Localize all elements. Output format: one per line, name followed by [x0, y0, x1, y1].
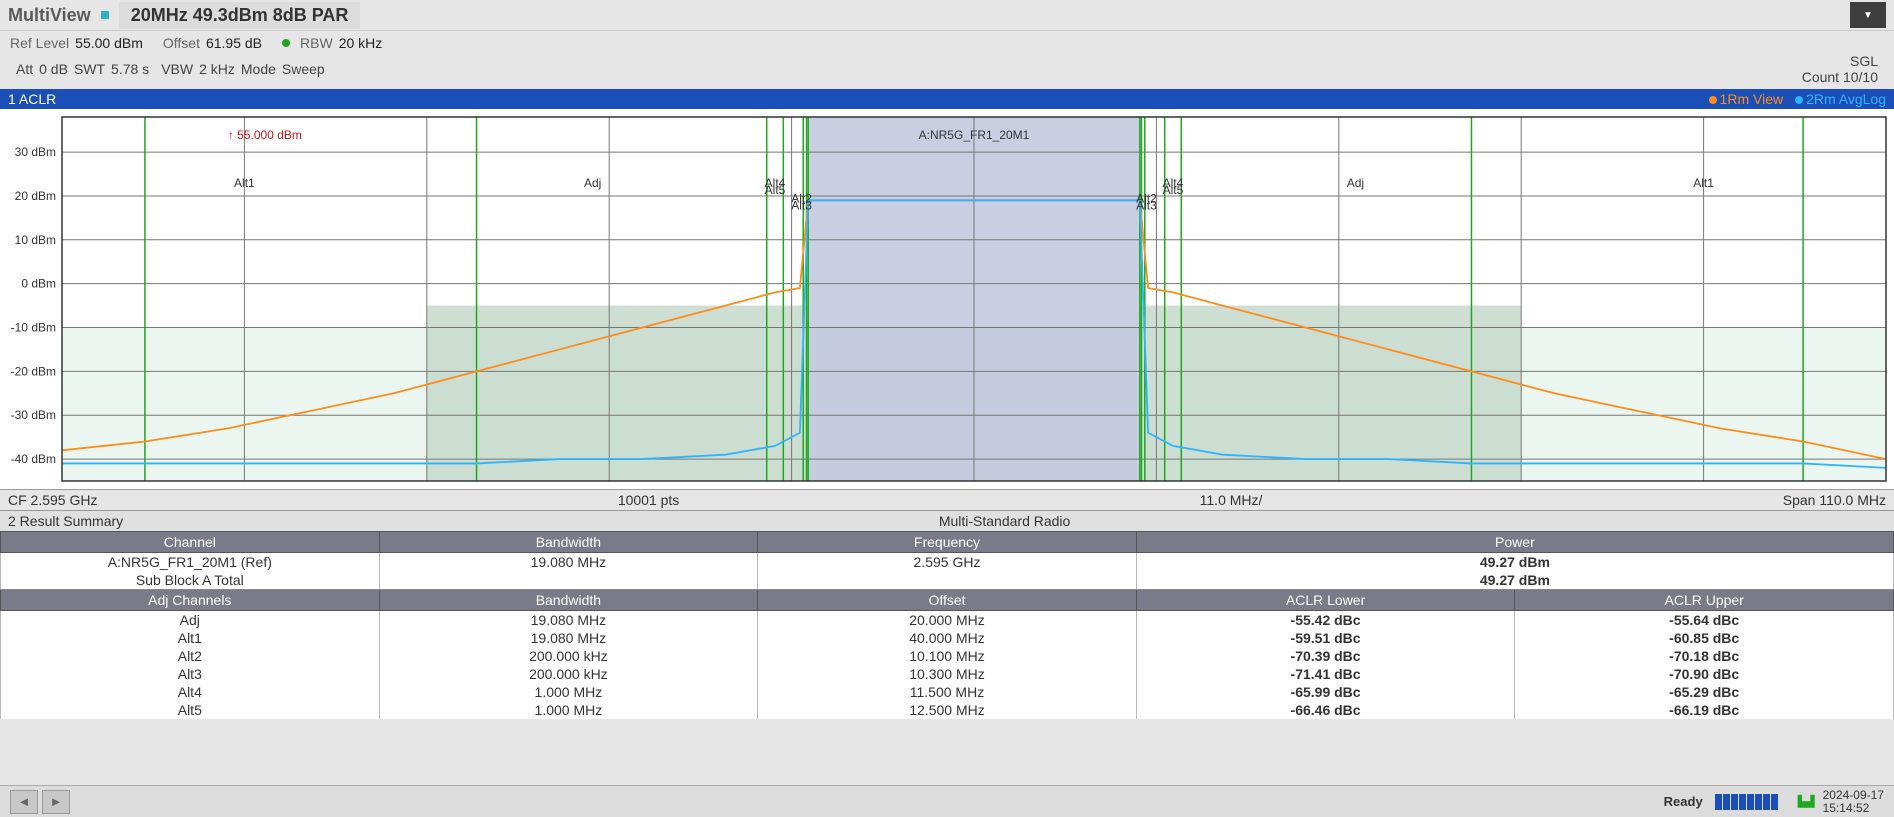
measurement-tab[interactable]: 20MHz 49.3dBm 8dB PAR: [119, 2, 361, 29]
table-row: Adj19.080 MHz20.000 MHz-55.42 dBc-55.64 …: [1, 611, 1894, 630]
vbw-value[interactable]: 2 kHz: [199, 61, 235, 77]
center-freq[interactable]: CF 2.595 GHz: [8, 492, 97, 508]
offset-value[interactable]: 61.95 dB: [206, 35, 262, 51]
result-summary-header: 2 Result Summary Multi-Standard Radio: [0, 510, 1894, 531]
spectrum-chart[interactable]: 30 dBm 20 dBm 10 dBm 0 dBm -10 dBm -20 dBm -30…: [0, 109, 1894, 489]
datetime: 2024-09-1715:14:52: [1823, 789, 1884, 815]
svg-text:30 dBm: 30 dBm: [15, 145, 56, 159]
svg-text:-20 dBm: -20 dBm: [11, 364, 56, 378]
prev-button[interactable]: ◄: [10, 790, 38, 814]
table-row: Alt2200.000 kHz10.100 MHz-70.39 dBc-70.1…: [1, 647, 1894, 665]
status-bar: ◄ ► Ready ▙▟ 2024-09-1715:14:52: [0, 785, 1894, 817]
table-header-row: Adj Channels Bandwidth Offset ACLR Lower…: [1, 590, 1894, 611]
swt-label: SWT: [74, 61, 105, 77]
network-icon: ▙▟: [1798, 795, 1815, 808]
multiview-indicator-icon: [101, 11, 109, 19]
table-row: Alt41.000 MHz11.500 MHz-65.99 dBc-65.29 …: [1, 683, 1894, 701]
result-table: Channel Bandwidth Frequency Power A:NR5G…: [0, 531, 1894, 719]
svg-text:0 dBm: 0 dBm: [21, 277, 56, 291]
table-row: Alt51.000 MHz12.500 MHz-66.46 dBc-66.19 …: [1, 701, 1894, 719]
chart-footer: CF 2.595 GHz 10001 pts 11.0 MHz/ Span 11…: [0, 489, 1894, 510]
svg-text:Adj: Adj: [584, 176, 601, 190]
trace1-legend[interactable]: 1Rm View: [1709, 91, 1784, 107]
mode-value[interactable]: Sweep: [282, 61, 325, 77]
reflevel-label: Ref Level: [10, 35, 69, 51]
svg-text:Adj: Adj: [1347, 176, 1364, 190]
svg-text:10 dBm: 10 dBm: [15, 233, 56, 247]
svg-text:-30 dBm: -30 dBm: [11, 408, 56, 422]
att-value[interactable]: 0 dB: [39, 61, 68, 77]
next-button[interactable]: ►: [42, 790, 70, 814]
trace2-legend[interactable]: 2Rm AvgLog: [1795, 91, 1886, 107]
svg-text:↑ 55.000 dBm: ↑ 55.000 dBm: [228, 128, 302, 142]
result-summary-title: 2 Result Summary: [8, 513, 123, 529]
svg-text:Alt1: Alt1: [1693, 176, 1714, 190]
svg-text:-40 dBm: -40 dBm: [11, 452, 56, 466]
count-indicator: Count 10/10: [1802, 69, 1878, 85]
sweep-points: 10001 pts: [618, 492, 680, 508]
swt-value[interactable]: 5.78 s: [111, 61, 149, 77]
per-div: 11.0 MHz/: [1200, 492, 1263, 508]
svg-text:Alt1: Alt1: [234, 176, 255, 190]
sgl-indicator: SGL: [1850, 53, 1878, 69]
svg-text:Alt5: Alt5: [1163, 183, 1184, 197]
table-row: A:NR5G_FR1_20M1 (Ref) 19.080 MHz 2.595 G…: [1, 553, 1894, 572]
rbw-coupled-icon: [282, 39, 290, 47]
chart-title: 1 ACLR: [8, 91, 56, 107]
rbw-label: RBW: [300, 35, 333, 51]
reflevel-value[interactable]: 55.00 dBm: [75, 35, 143, 51]
chart-header: 1 ACLR 1Rm View 2Rm AvgLog: [0, 89, 1894, 109]
offset-label: Offset: [163, 35, 200, 51]
att-label: Att: [16, 61, 33, 77]
table-row: Alt3200.000 kHz10.300 MHz-71.41 dBc-70.9…: [1, 665, 1894, 683]
svg-text:-10 dBm: -10 dBm: [11, 321, 56, 335]
rbw-value[interactable]: 20 kHz: [339, 35, 383, 51]
ready-status: Ready: [1664, 794, 1703, 809]
table-header-row: Channel Bandwidth Frequency Power: [1, 532, 1894, 553]
svg-text:20 dBm: 20 dBm: [15, 189, 56, 203]
menu-dropdown-button[interactable]: ▼: [1850, 2, 1886, 28]
svg-text:A:NR5G_FR1_20M1: A:NR5G_FR1_20M1: [919, 128, 1030, 142]
vbw-label: VBW: [161, 61, 193, 77]
table-row: Sub Block A Total 49.27 dBm: [1, 571, 1894, 590]
mode-label: Mode: [241, 61, 276, 77]
table-row: Alt119.080 MHz40.000 MHz-59.51 dBc-60.85…: [1, 629, 1894, 647]
svg-text:Alt5: Alt5: [765, 183, 786, 197]
settings-row-2: Att 0 dB SWT 5.78 s VBW 2 kHz Mode Sweep…: [0, 53, 1894, 89]
svg-text:Alt3: Alt3: [1136, 199, 1157, 213]
msr-label: Multi-Standard Radio: [939, 513, 1071, 529]
settings-row-1: Ref Level 55.00 dBm Offset 61.95 dB RBW …: [0, 31, 1894, 53]
span[interactable]: Span 110.0 MHz: [1783, 492, 1886, 508]
title-bar: MultiView 20MHz 49.3dBm 8dB PAR ▼: [0, 0, 1894, 31]
multiview-label[interactable]: MultiView: [8, 5, 91, 26]
progress-bars-icon: [1715, 794, 1778, 810]
svg-text:Alt3: Alt3: [791, 199, 812, 213]
